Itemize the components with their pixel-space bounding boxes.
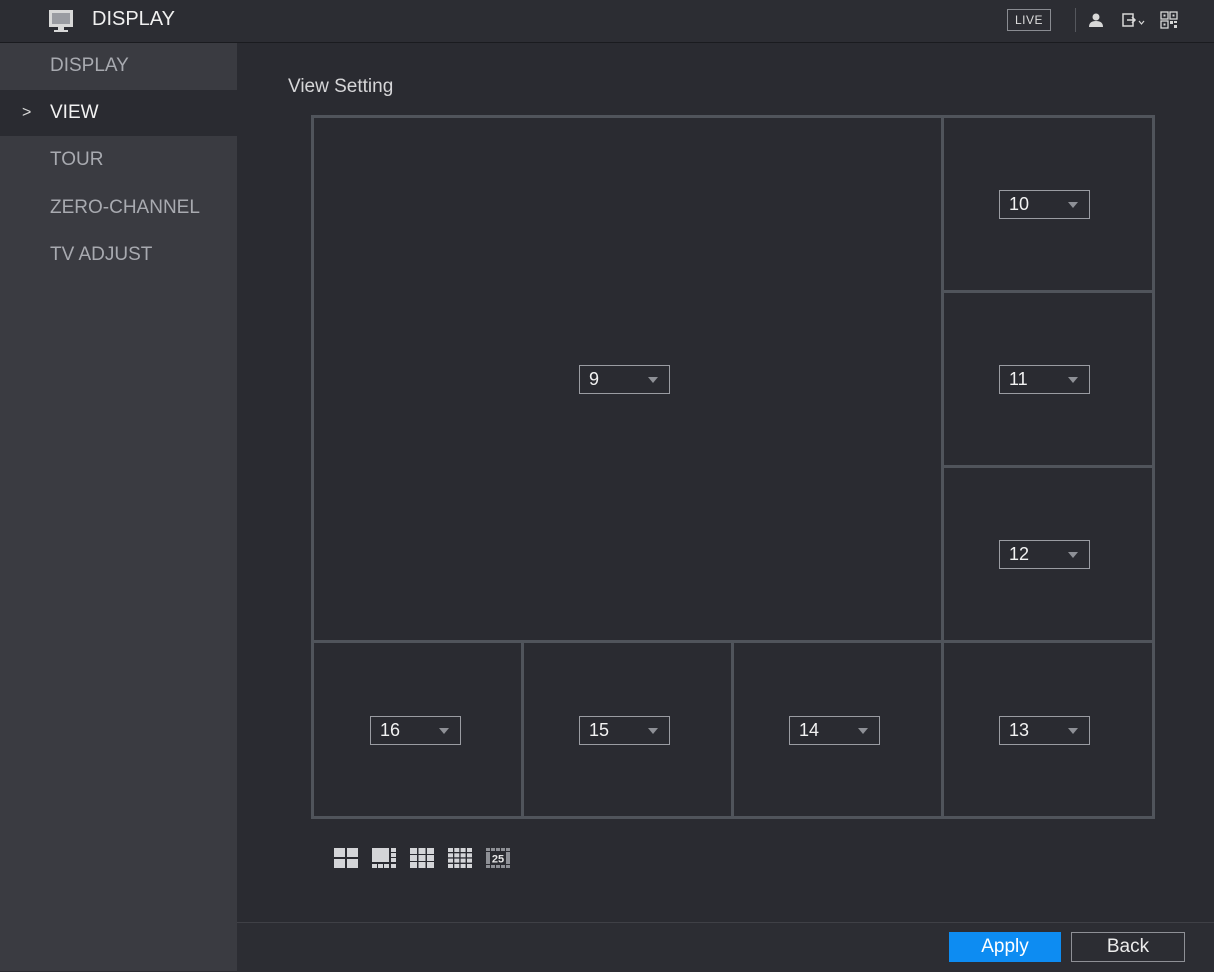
dropdown-arrow-icon	[858, 728, 868, 734]
view-window-10[interactable]: 10	[941, 115, 1155, 293]
channel-select-value: 11	[1009, 369, 1028, 389]
logout-icon[interactable]	[1122, 12, 1146, 28]
split-4-icon[interactable]	[334, 848, 358, 868]
back-button[interactable]: Back	[1071, 932, 1185, 962]
channel-select-16[interactable]: 16	[370, 716, 461, 745]
dropdown-arrow-icon	[1068, 552, 1078, 558]
sidebar-item-tour[interactable]: TOUR	[0, 137, 237, 183]
channel-select-13[interactable]: 13	[999, 716, 1090, 745]
channel-select-12[interactable]: 12	[999, 540, 1090, 569]
channel-select-value: 13	[1009, 720, 1030, 740]
split-8-icon[interactable]	[372, 848, 396, 868]
split-16-icon[interactable]	[448, 848, 472, 868]
view-window-15[interactable]: 15	[521, 640, 734, 819]
sidebar-item-label: TV ADJUST	[50, 244, 153, 265]
sidebar-item-label: DISPLAY	[50, 55, 129, 76]
split-25-icon[interactable]: 25	[486, 848, 510, 868]
section-title: View Setting	[288, 76, 394, 97]
channel-select-value: 15	[589, 720, 610, 740]
dropdown-arrow-icon	[648, 377, 658, 383]
split-9-icon[interactable]	[410, 848, 434, 868]
dropdown-arrow-icon	[1068, 377, 1078, 383]
top-bar: DISPLAY LIVE	[0, 0, 1214, 43]
channel-select-15[interactable]: 15	[579, 716, 670, 745]
live-button[interactable]: LIVE	[1007, 9, 1051, 31]
channel-select-value: 10	[1009, 194, 1030, 214]
view-window-14[interactable]: 14	[731, 640, 944, 819]
sidebar-item-display[interactable]: DISPLAY	[0, 43, 237, 89]
channel-select-value: 14	[799, 720, 820, 740]
channel-select-14[interactable]: 14	[789, 716, 880, 745]
apply-button[interactable]: Apply	[949, 932, 1061, 962]
view-window-11[interactable]: 11	[941, 290, 1155, 468]
channel-select-11[interactable]: 11	[999, 365, 1090, 394]
channel-select-10[interactable]: 10	[999, 190, 1090, 219]
dropdown-arrow-icon	[439, 728, 449, 734]
view-window-16[interactable]: 16	[311, 640, 524, 819]
sidebar-item-view[interactable]: > VIEW	[0, 90, 237, 136]
view-window-main[interactable]: 9	[311, 115, 944, 643]
dropdown-arrow-icon	[648, 728, 658, 734]
divider	[1075, 8, 1076, 32]
qr-code-icon[interactable]	[1160, 11, 1178, 29]
page-title: DISPLAY	[92, 8, 175, 30]
channel-select-value: 9	[589, 369, 600, 389]
footer-bar	[237, 922, 1214, 972]
sidebar-item-label: ZERO-CHANNEL	[50, 197, 200, 218]
view-window-13[interactable]: 13	[941, 640, 1155, 819]
view-grid: 9 10 11 12 16 15 14 13	[311, 115, 1155, 819]
sidebar-item-tv-adjust[interactable]: TV ADJUST	[0, 232, 237, 278]
dropdown-arrow-icon	[1068, 202, 1078, 208]
channel-select-9[interactable]: 9	[579, 365, 670, 394]
chevron-right-icon: >	[22, 104, 32, 121]
monitor-icon	[49, 10, 73, 32]
view-window-12[interactable]: 12	[941, 465, 1155, 643]
dropdown-arrow-icon	[1068, 728, 1078, 734]
sidebar-item-zero-channel[interactable]: ZERO-CHANNEL	[0, 185, 237, 231]
split-25-label: 25	[492, 854, 504, 866]
sidebar-item-label: VIEW	[50, 102, 99, 123]
sidebar: DISPLAY > VIEW TOUR ZERO-CHANNEL TV ADJU…	[0, 43, 237, 971]
sidebar-item-label: TOUR	[50, 149, 104, 170]
user-icon[interactable]	[1088, 12, 1104, 28]
channel-select-value: 12	[1009, 544, 1030, 564]
channel-select-value: 16	[380, 720, 401, 740]
